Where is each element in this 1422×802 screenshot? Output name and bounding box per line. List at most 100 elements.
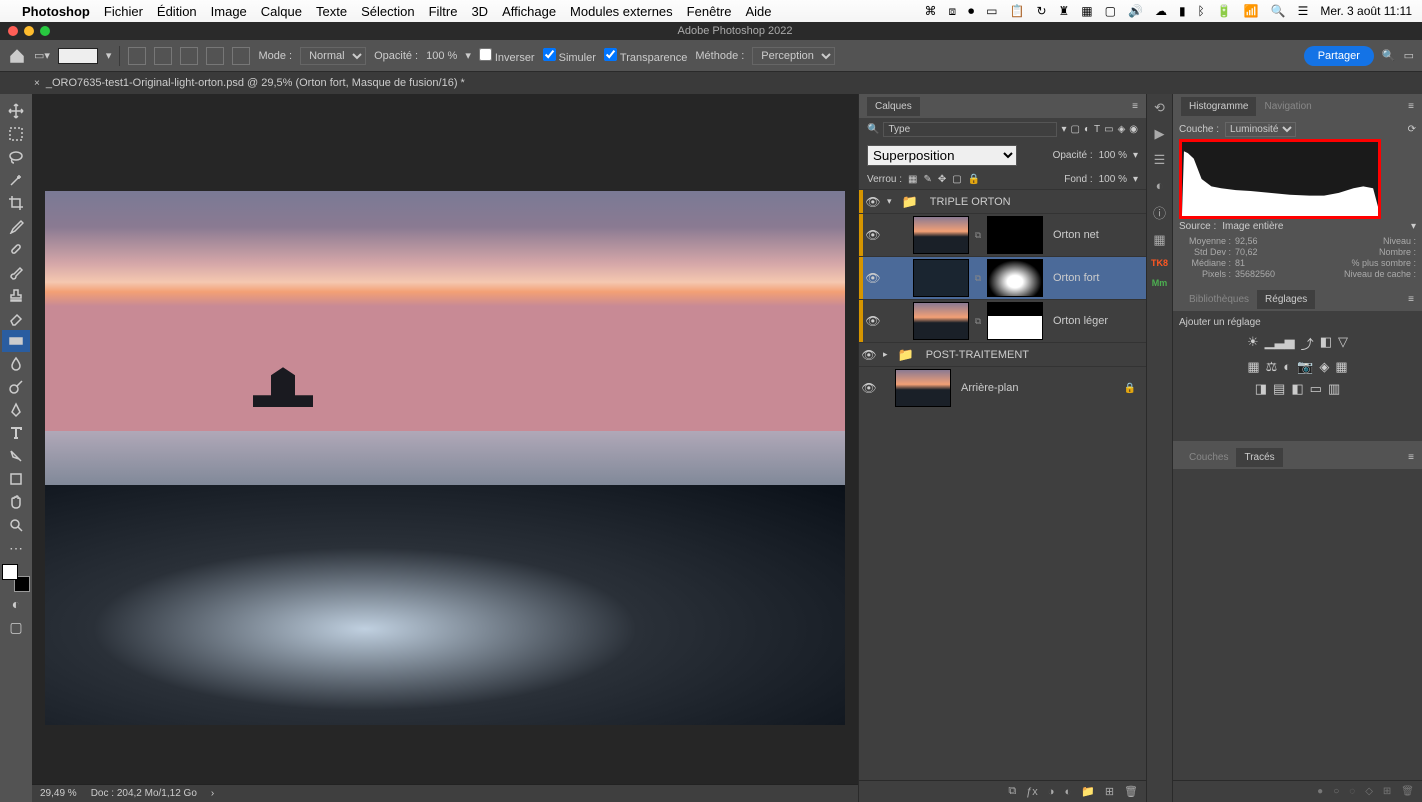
- panel-menu-icon[interactable]: ≡: [1132, 101, 1138, 112]
- menu-view[interactable]: Affichage: [502, 4, 556, 19]
- selection-path-icon[interactable]: ◌: [1349, 786, 1355, 797]
- gradient-diamond-icon[interactable]: [232, 47, 250, 65]
- new-layer-icon[interactable]: ⊞: [1105, 785, 1114, 798]
- link-layers-icon[interactable]: ⧉: [1008, 785, 1016, 798]
- lasso-tool[interactable]: [2, 146, 30, 168]
- channel-mixer-icon[interactable]: ◈: [1319, 359, 1329, 375]
- type-tool[interactable]: [2, 422, 30, 444]
- pen-tool[interactable]: [2, 399, 30, 421]
- filter-adj-icon[interactable]: ◐: [1084, 124, 1090, 135]
- adjustments-panel-icon[interactable]: ◐: [1156, 178, 1164, 193]
- lock-pos-icon[interactable]: ✥: [938, 174, 946, 185]
- layer-group-triple-orton[interactable]: 👁 ▾📁 TRIPLE ORTON: [859, 189, 1146, 213]
- wand-tool[interactable]: [2, 169, 30, 191]
- menu-help[interactable]: Aide: [745, 4, 771, 19]
- layer-orton-fort[interactable]: 👁 ⧉ Orton fort: [859, 256, 1146, 299]
- histogram-chart[interactable]: [1179, 139, 1381, 219]
- layer-filter-type[interactable]: [883, 122, 1057, 137]
- gradient-angle-icon[interactable]: [180, 47, 198, 65]
- status-battery-icon[interactable]: 🔋: [1217, 4, 1232, 18]
- menu-plugins[interactable]: Modules externes: [570, 4, 673, 19]
- blend-mode-select[interactable]: Superposition: [867, 145, 1017, 166]
- visibility-toggle[interactable]: 👁: [863, 228, 883, 242]
- filter-pixel-icon[interactable]: ▢: [1071, 124, 1080, 135]
- visibility-toggle[interactable]: 👁: [863, 271, 883, 285]
- quickmask-icon[interactable]: ◐: [2, 593, 30, 615]
- blur-tool[interactable]: [2, 353, 30, 375]
- app-name[interactable]: Photoshop: [22, 4, 90, 19]
- stroke-path-icon[interactable]: ○: [1333, 786, 1339, 797]
- visibility-toggle[interactable]: 👁: [859, 381, 879, 395]
- paths-panel-body[interactable]: [1173, 469, 1422, 780]
- status-timemachine-icon[interactable]: ↻: [1036, 4, 1046, 18]
- gradient-map-icon[interactable]: ▭: [1310, 381, 1322, 397]
- visibility-toggle[interactable]: 👁: [859, 348, 879, 362]
- simulate-checkbox[interactable]: Simuler: [543, 48, 596, 64]
- properties-icon[interactable]: ☰: [1154, 152, 1166, 168]
- maximize-window-button[interactable]: [40, 26, 50, 36]
- info-icon[interactable]: ⓘ: [1153, 203, 1166, 222]
- mm-panel-icon[interactable]: Mm: [1152, 278, 1168, 288]
- status-bluetooth-icon[interactable]: ᛒ: [1198, 4, 1205, 18]
- lock-paint-icon[interactable]: ✎: [923, 174, 931, 185]
- gradient-tool[interactable]: [2, 330, 30, 352]
- menu-text[interactable]: Texte: [316, 4, 347, 19]
- filter-type-icon[interactable]: T: [1094, 124, 1100, 135]
- status-spotlight-icon[interactable]: 🔍: [1271, 4, 1286, 18]
- status-dropbox-icon[interactable]: ⌘: [925, 4, 937, 18]
- layer-orton-leger[interactable]: 👁 ⧉ Orton léger: [859, 299, 1146, 342]
- filter-shape-icon[interactable]: ▭: [1104, 124, 1113, 135]
- curves-icon[interactable]: ⤴: [1301, 334, 1314, 353]
- mode-select[interactable]: Normal: [300, 47, 366, 65]
- tab-paths[interactable]: Tracés: [1236, 448, 1282, 467]
- layer-group-post[interactable]: 👁 ▸📁 POST-TRAITEMENT: [859, 342, 1146, 366]
- status-sound-icon[interactable]: 🔊: [1128, 4, 1143, 18]
- screenmode-icon[interactable]: ▢: [2, 616, 30, 638]
- vibrance-icon[interactable]: ▽: [1338, 334, 1348, 353]
- delete-path-icon[interactable]: 🗑: [1401, 786, 1414, 797]
- lock-all-icon[interactable]: 🔒: [968, 174, 980, 185]
- opacity-value[interactable]: 100 %: [426, 50, 457, 62]
- fill-value[interactable]: 100 %: [1099, 174, 1127, 185]
- gradient-reflected-icon[interactable]: [206, 47, 224, 65]
- status-screens-icon[interactable]: ▭: [986, 4, 997, 18]
- adjustment-icon[interactable]: ◐: [1064, 786, 1071, 798]
- status-puzzle-icon[interactable]: ♜: [1059, 4, 1070, 18]
- eyedropper-tool[interactable]: [2, 215, 30, 237]
- status-record-icon[interactable]: ⏺: [968, 4, 974, 19]
- fill-path-icon[interactable]: ●: [1317, 786, 1323, 797]
- search-icon[interactable]: 🔍: [1382, 49, 1396, 62]
- zoom-level[interactable]: 29,49 %: [40, 788, 77, 799]
- dodge-tool[interactable]: [2, 376, 30, 398]
- status-clipboard-icon[interactable]: 📋: [1010, 4, 1025, 18]
- selective-color-icon[interactable]: ▥: [1328, 381, 1340, 397]
- channel-select[interactable]: Luminosité: [1225, 122, 1296, 137]
- invert-checkbox[interactable]: Inverser: [479, 48, 535, 64]
- gradient-swatch[interactable]: [58, 48, 98, 64]
- close-tab-icon[interactable]: ×: [34, 78, 40, 89]
- gradient-radial-icon[interactable]: [154, 47, 172, 65]
- path-mask-icon[interactable]: ◇: [1365, 786, 1373, 797]
- foreground-background-colors[interactable]: [2, 564, 30, 592]
- panel-menu-icon[interactable]: ≡: [1408, 101, 1414, 112]
- status-cloud-icon[interactable]: ☁: [1155, 4, 1167, 18]
- clock[interactable]: Mer. 3 août 11:11: [1320, 4, 1412, 18]
- home-icon[interactable]: [8, 47, 26, 65]
- canvas[interactable]: [32, 94, 858, 784]
- menu-file[interactable]: Fichier: [104, 4, 143, 19]
- actions-icon[interactable]: ▶: [1155, 126, 1165, 142]
- stamp-tool[interactable]: [2, 284, 30, 306]
- menu-selection[interactable]: Sélection: [361, 4, 414, 19]
- filter-toggle[interactable]: ◉: [1129, 124, 1138, 135]
- tab-libraries[interactable]: Bibliothèques: [1181, 290, 1257, 309]
- status-display-icon[interactable]: ▢: [1105, 4, 1116, 18]
- menu-edit[interactable]: Édition: [157, 4, 197, 19]
- menu-window[interactable]: Fenêtre: [687, 4, 732, 19]
- status-wifi-icon[interactable]: 📶: [1244, 4, 1259, 18]
- gradient-tool-icon[interactable]: ▭▾: [34, 49, 50, 62]
- panel-menu-icon[interactable]: ≡: [1408, 294, 1414, 305]
- workspace-icon[interactable]: ▭: [1404, 49, 1414, 62]
- delete-icon[interactable]: 🗑: [1124, 785, 1138, 798]
- lock-artboard-icon[interactable]: ▢: [952, 174, 961, 185]
- transparency-checkbox[interactable]: Transparence: [604, 48, 687, 64]
